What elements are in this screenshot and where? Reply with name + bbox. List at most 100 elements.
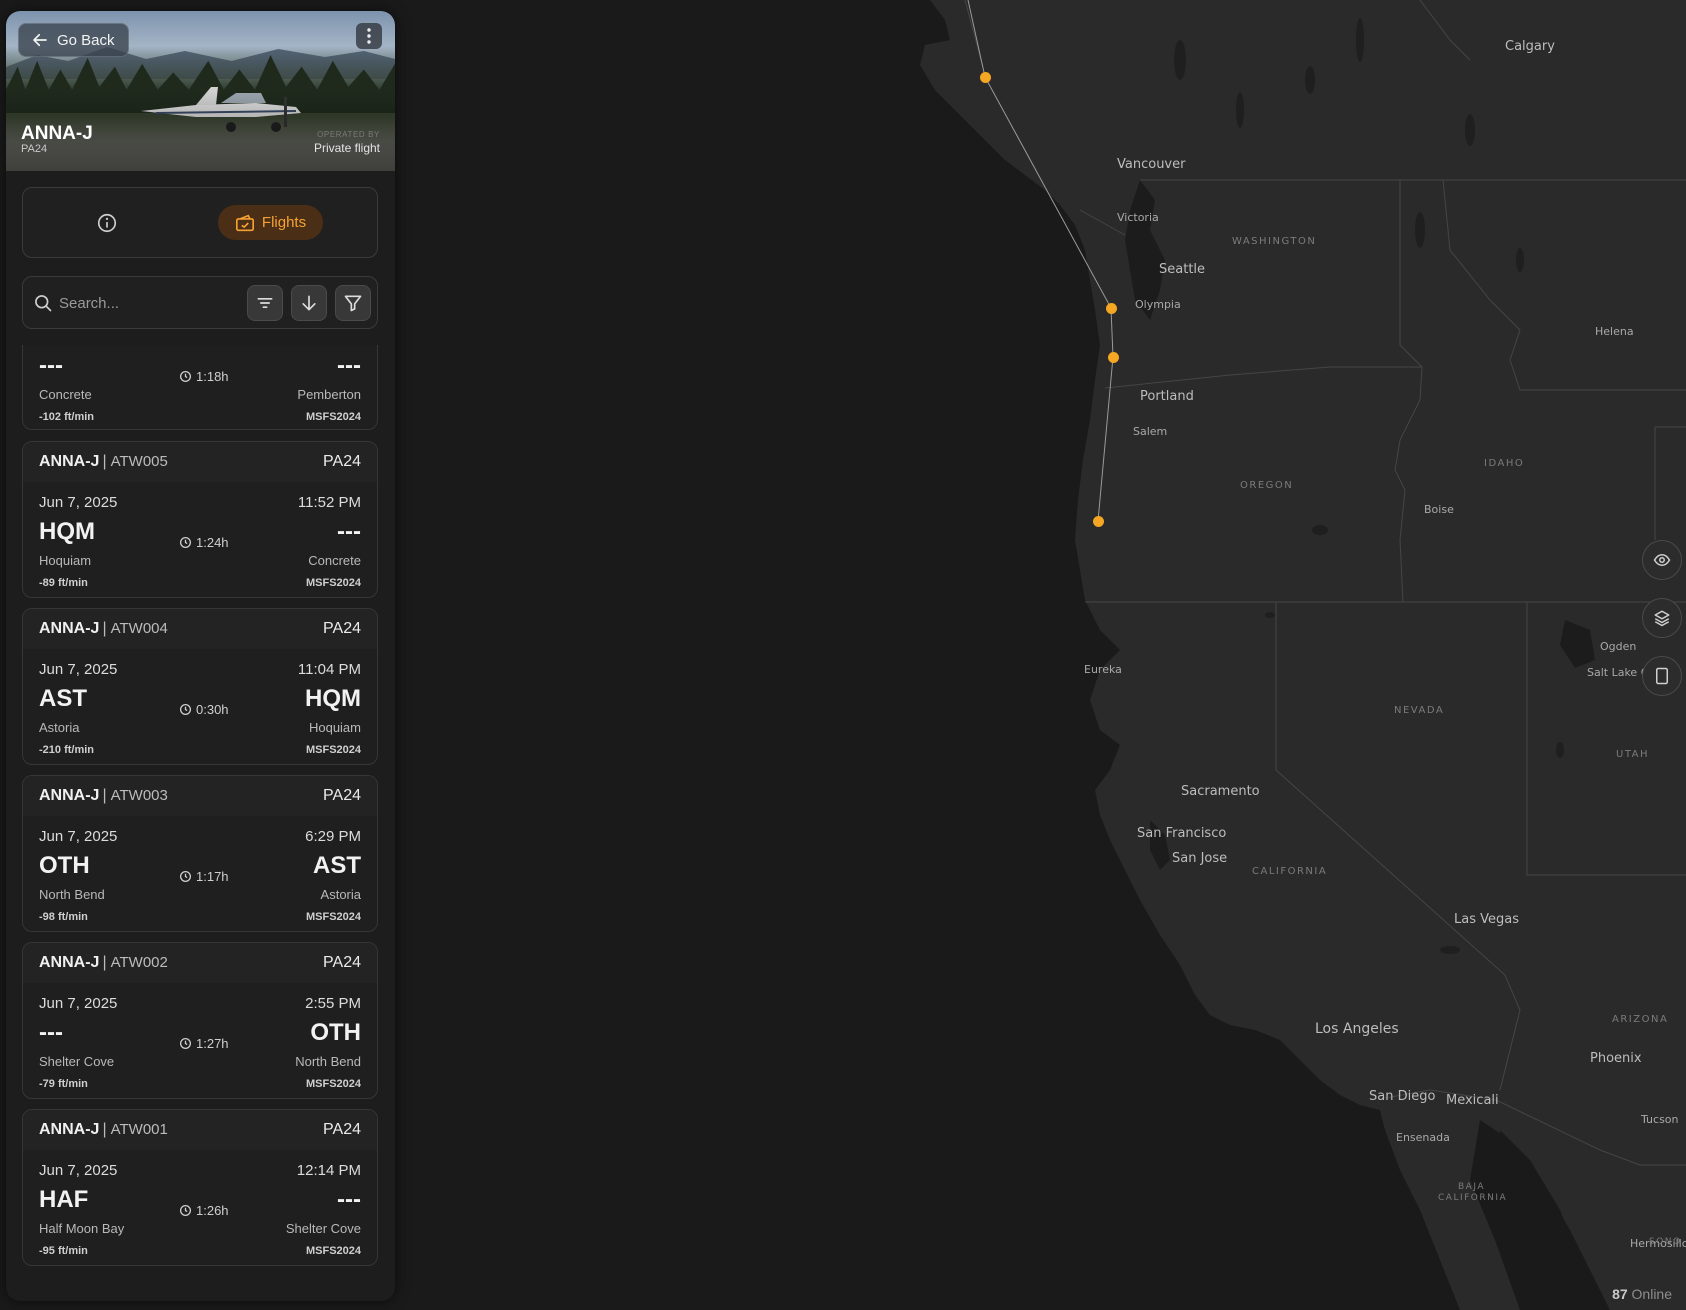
- route-point[interactable]: [1106, 303, 1117, 314]
- online-status: 87 Online: [1612, 1286, 1672, 1302]
- search-input[interactable]: [59, 287, 229, 319]
- arrival-code: OTH: [310, 1019, 361, 1046]
- departure-name: North Bend: [39, 887, 105, 902]
- map-city-label: Los Angeles: [1315, 1021, 1399, 1037]
- simulator: MSFS2024: [305, 411, 361, 423]
- flight-reg: ANNA-J: [39, 787, 100, 804]
- route-point[interactable]: [1093, 516, 1104, 527]
- visibility-button[interactable]: [1642, 540, 1682, 580]
- flight-list[interactable]: --- --- 1:18h Concrete Pemberton -102 ft…: [22, 345, 378, 1275]
- arrival-name: Astoria: [320, 887, 361, 902]
- clock-icon: [179, 870, 192, 883]
- tab-info[interactable]: [96, 212, 118, 234]
- clock-icon: [179, 536, 192, 549]
- departure-name: Hoquiam: [39, 553, 92, 568]
- device-button[interactable]: [1642, 656, 1682, 696]
- map-city-label: Eureka: [1084, 663, 1122, 676]
- departure-name: Shelter Cove: [39, 1054, 115, 1069]
- flight-aircraft-type: PA24: [323, 453, 361, 470]
- arrival-code: HQM: [305, 685, 361, 712]
- map-city-label: Vancouver: [1117, 157, 1186, 172]
- duration-value: 1:17h: [196, 869, 229, 884]
- flight-time: 2:55 PM: [305, 995, 361, 1012]
- flight-card-header: ANNA-J | ATW002 PA24: [23, 943, 377, 983]
- map-city-label: Mexicali: [1446, 1093, 1499, 1108]
- arrival-code: ---: [337, 518, 361, 545]
- arrival-name: Shelter Cove: [285, 1221, 361, 1236]
- arrival-code: ---: [337, 352, 361, 379]
- departure-name: Astoria: [39, 720, 80, 735]
- map-city-label: Boise: [1424, 503, 1454, 516]
- sort-direction-button[interactable]: [291, 285, 327, 321]
- flight-registration: ANNA-J | ATW005: [39, 453, 168, 471]
- aircraft-panel: Go Back ANNA-J PA24 OPERATED BY Private …: [6, 11, 395, 1301]
- arrival-code: AST: [313, 852, 361, 879]
- map-city-label: Tucson: [1641, 1113, 1679, 1126]
- flight-card[interactable]: ANNA-J | ATW001 PA24 Jun 7, 2025 12:14 PM …: [22, 1109, 378, 1266]
- flight-reg: ANNA-J: [39, 453, 100, 470]
- sort-button[interactable]: [247, 285, 283, 321]
- duration-value: 1:18h: [196, 369, 229, 384]
- ticket-icon: [235, 214, 254, 231]
- eye-icon: [1653, 553, 1671, 567]
- map-city-label: Olympia: [1135, 298, 1181, 311]
- map-city-label: Ensenada: [1396, 1131, 1450, 1144]
- simulator: MSFS2024: [305, 911, 361, 923]
- duration-value: 1:27h: [196, 1036, 229, 1051]
- simulator: MSFS2024: [305, 1245, 361, 1257]
- flight-date: Jun 7, 2025: [39, 494, 118, 511]
- landing-rate: -79 ft/min: [39, 1078, 88, 1090]
- map-state-label: NEVADA: [1394, 705, 1445, 716]
- flight-reg: ANNA-J: [39, 1121, 100, 1138]
- flight-card-header: ANNA-J | ATW005 PA24: [23, 442, 377, 482]
- flight-card[interactable]: ANNA-J | ATW005 PA24 Jun 7, 2025 11:52 PM …: [22, 441, 378, 598]
- flight-search-bar: [22, 276, 378, 329]
- flight-time: 11:52 PM: [297, 494, 361, 511]
- flight-card[interactable]: ANNA-J | ATW002 PA24 Jun 7, 2025 2:55 PM -…: [22, 942, 378, 1099]
- map-state-label: OREGON: [1240, 480, 1294, 491]
- arrow-down-icon: [302, 295, 316, 311]
- tab-flights[interactable]: Flights: [218, 205, 323, 240]
- separator: |: [102, 954, 107, 971]
- flight-card-header: ANNA-J | ATW004 PA24: [23, 609, 377, 649]
- map-city-label: Sacramento: [1181, 784, 1260, 799]
- map-city-label: Calgary: [1505, 39, 1555, 54]
- go-back-label: Go Back: [57, 31, 115, 49]
- clock-icon: [179, 1037, 192, 1050]
- clock-icon: [179, 370, 192, 383]
- route-point[interactable]: [980, 72, 991, 83]
- go-back-button[interactable]: Go Back: [18, 23, 129, 57]
- flight-duration: 0:30h: [179, 702, 229, 717]
- map-city-label: Salem: [1133, 425, 1168, 438]
- flight-card-header: ANNA-J | ATW001 PA24: [23, 1110, 377, 1150]
- map-city-label: San Diego: [1369, 1089, 1436, 1104]
- flight-aircraft-type: PA24: [323, 620, 361, 637]
- layers-button[interactable]: [1642, 598, 1682, 638]
- arrow-left-icon: [33, 33, 47, 47]
- tablet-icon: [1656, 667, 1668, 685]
- flight-duration: 1:26h: [179, 1203, 229, 1218]
- flight-card[interactable]: ANNA-J | ATW004 PA24 Jun 7, 2025 11:04 PM …: [22, 608, 378, 765]
- flight-duration: 1:18h: [179, 369, 229, 384]
- tab-flights-label: Flights: [261, 214, 307, 231]
- flight-code: ATW002: [110, 954, 168, 971]
- landing-rate: -89 ft/min: [39, 577, 88, 589]
- flight-card[interactable]: ANNA-J | ATW003 PA24 Jun 7, 2025 6:29 PM O…: [22, 775, 378, 932]
- flight-card-header: ANNA-J | ATW003 PA24: [23, 776, 377, 816]
- filter-icon: [344, 295, 362, 312]
- flight-card[interactable]: --- --- 1:18h Concrete Pemberton -102 ft…: [22, 345, 378, 430]
- sort-lines-icon: [257, 298, 273, 308]
- landing-rate: -210 ft/min: [39, 744, 95, 756]
- flight-code: ATW005: [110, 453, 168, 470]
- route-point[interactable]: [1108, 352, 1119, 363]
- aircraft-registration: ANNA-J: [21, 123, 93, 144]
- flight-aircraft-type: PA24: [323, 787, 361, 804]
- map-state-label: ARIZONA: [1612, 1014, 1669, 1025]
- more-options-button[interactable]: [356, 23, 382, 49]
- map-city-label: Seattle: [1159, 262, 1206, 277]
- map-state-label: BAJA: [1458, 1182, 1485, 1192]
- layers-icon: [1654, 610, 1670, 627]
- simulator: MSFS2024: [305, 577, 361, 589]
- filter-button[interactable]: [335, 285, 371, 321]
- map-city-label: San Francisco: [1137, 826, 1227, 841]
